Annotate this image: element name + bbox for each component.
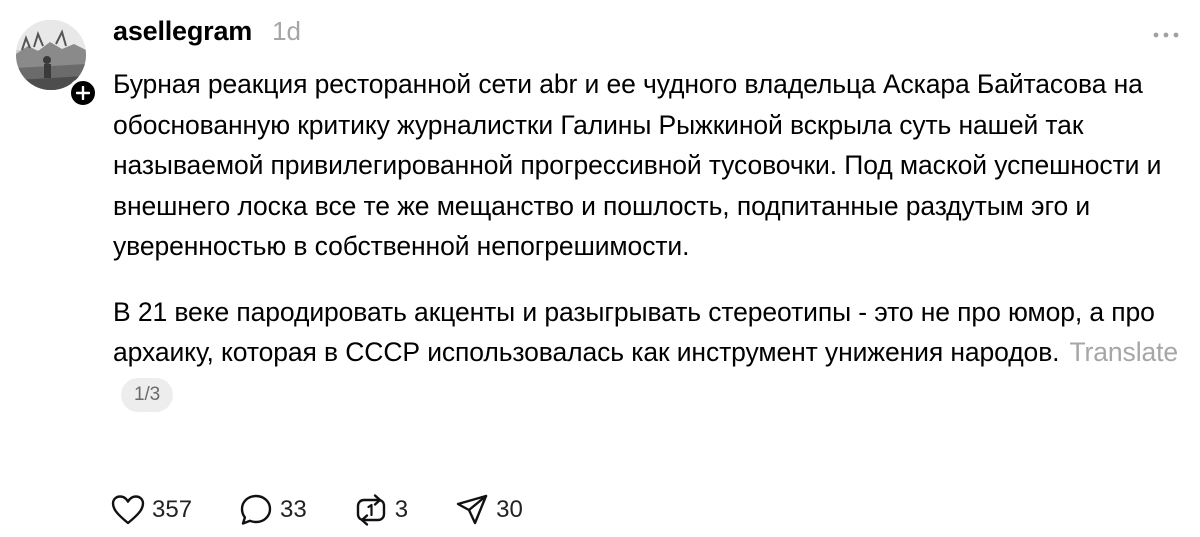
- reply-count: 33: [280, 496, 307, 523]
- share-count: 30: [496, 496, 523, 523]
- post-header: asellegram 1d: [113, 16, 301, 56]
- repost-count: 3: [394, 496, 409, 523]
- heart-icon: [110, 492, 146, 528]
- like-count: 357: [152, 496, 193, 523]
- page-counter[interactable]: 1/3: [121, 377, 174, 412]
- speech-bubble-icon: [238, 492, 274, 528]
- post-body: Бурная реакция ресторанной сети abr и ее…: [113, 64, 1188, 413]
- post-timestamp: 1d: [272, 16, 302, 46]
- paper-plane-icon: [454, 492, 490, 528]
- ellipsis-icon: [1153, 32, 1179, 38]
- username-link[interactable]: asellegram: [113, 16, 252, 47]
- reply-button[interactable]: 33: [238, 492, 307, 528]
- repost-button[interactable]: 3: [353, 492, 408, 528]
- repost-arrows-icon: [353, 492, 389, 528]
- post-paragraph-1: Бурная реакция ресторанной сети abr и ее…: [113, 69, 1162, 261]
- avatar-container[interactable]: [16, 20, 98, 108]
- plus-icon: [76, 86, 90, 100]
- more-options-button[interactable]: [1146, 20, 1186, 50]
- action-bar: 357 33 3 30: [110, 490, 569, 530]
- translate-link[interactable]: Translate: [1069, 337, 1178, 367]
- share-button[interactable]: 30: [454, 492, 523, 528]
- post-paragraph-2-text: В 21 веке пародировать акценты и разыгры…: [113, 296, 1155, 368]
- like-button[interactable]: 357: [110, 492, 192, 528]
- follow-button[interactable]: [68, 78, 98, 108]
- post-paragraph-2: В 21 веке пародировать акценты и разыгры…: [113, 292, 1188, 414]
